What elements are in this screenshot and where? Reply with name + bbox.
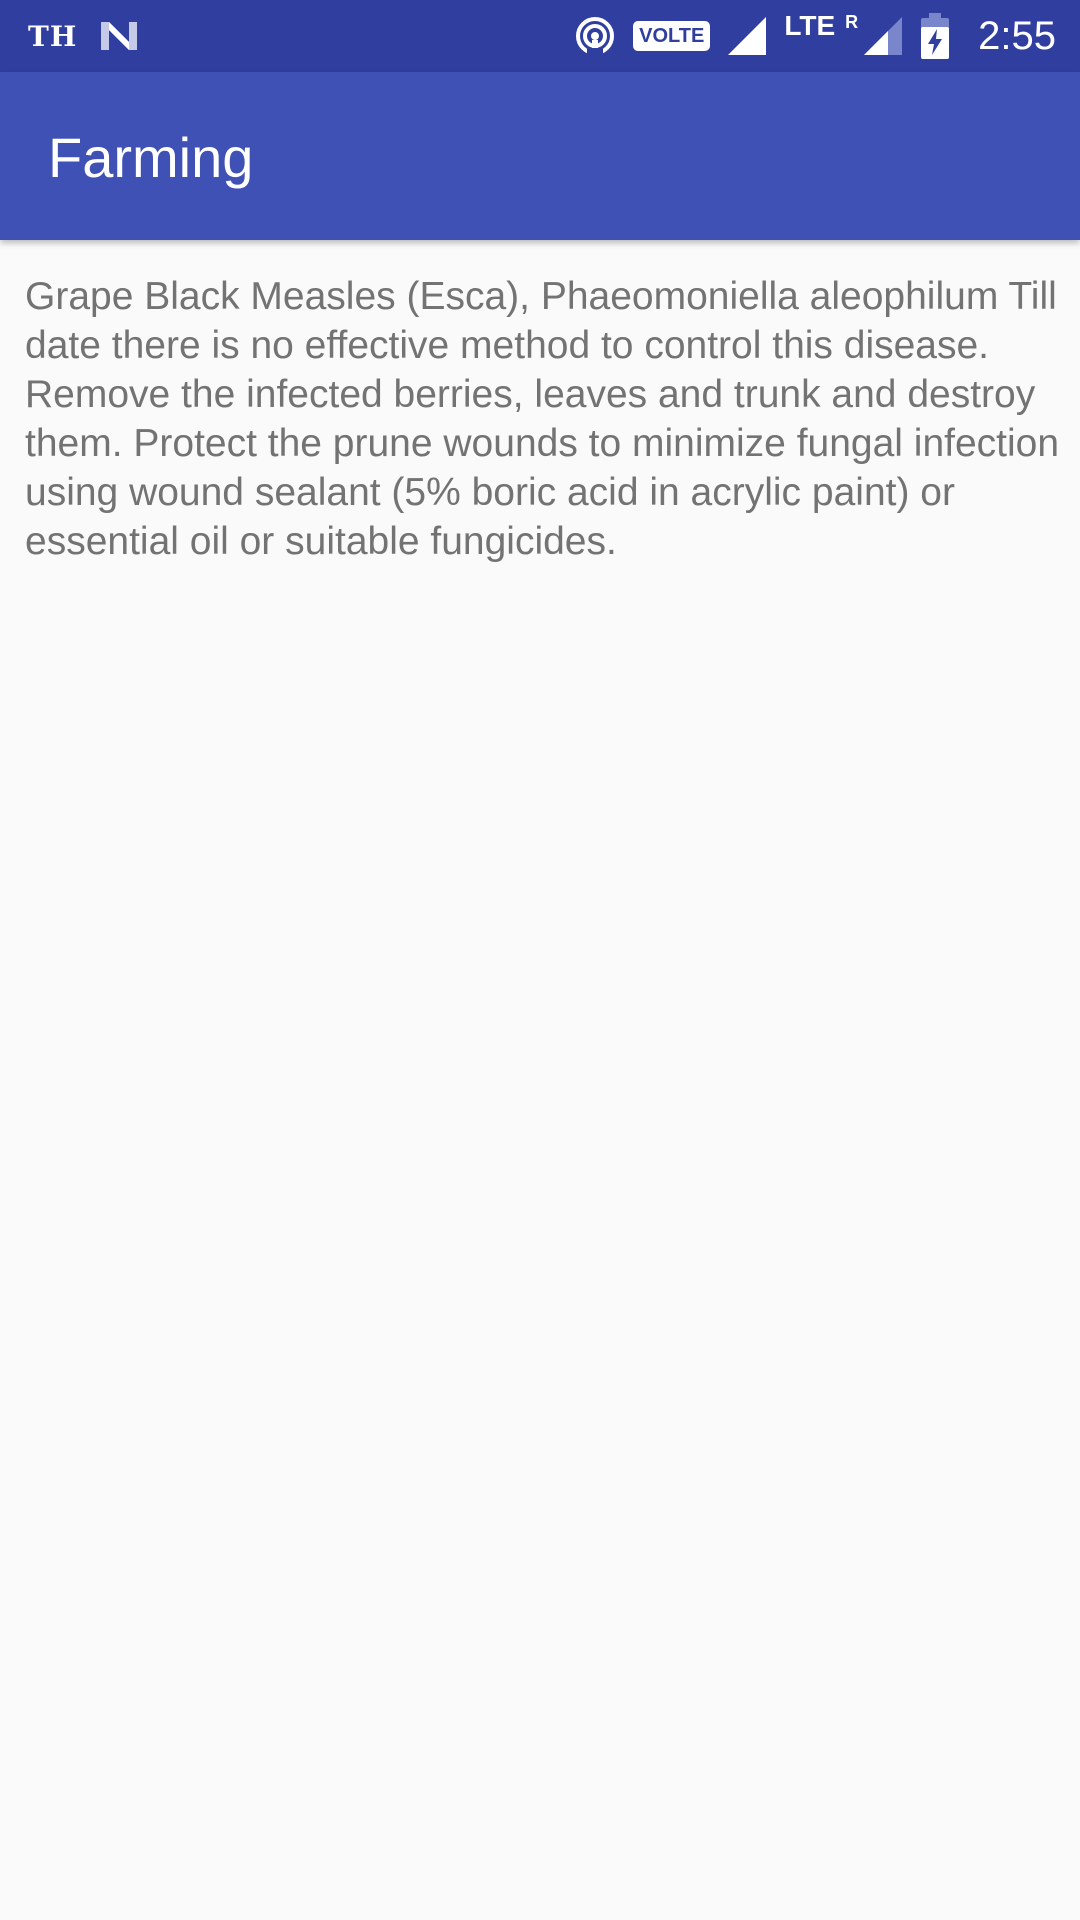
signal-icon: [726, 15, 768, 57]
hotspot-icon: [573, 14, 617, 58]
roaming-indicator: R: [845, 11, 859, 32]
disease-description: Grape Black Measles (Esca), Phaeomoniell…: [25, 275, 1060, 563]
network-type-label: LTE: [784, 10, 836, 41]
status-bar: TH VOLTE LTE R 2:55: [0, 0, 1080, 72]
app-bar: Farming: [0, 72, 1080, 240]
battery-charging-icon: [920, 13, 950, 59]
volte-badge: VOLTE: [633, 21, 711, 51]
app-title: Farming: [48, 126, 254, 189]
n-logo-icon: [99, 18, 139, 54]
carrier-label: TH: [28, 19, 78, 53]
roaming-signal-icon: [862, 15, 904, 57]
clock: 2:55: [978, 13, 1056, 58]
status-left-group: TH: [28, 0, 139, 72]
status-right-group: VOLTE LTE R 2:55: [573, 0, 1056, 72]
